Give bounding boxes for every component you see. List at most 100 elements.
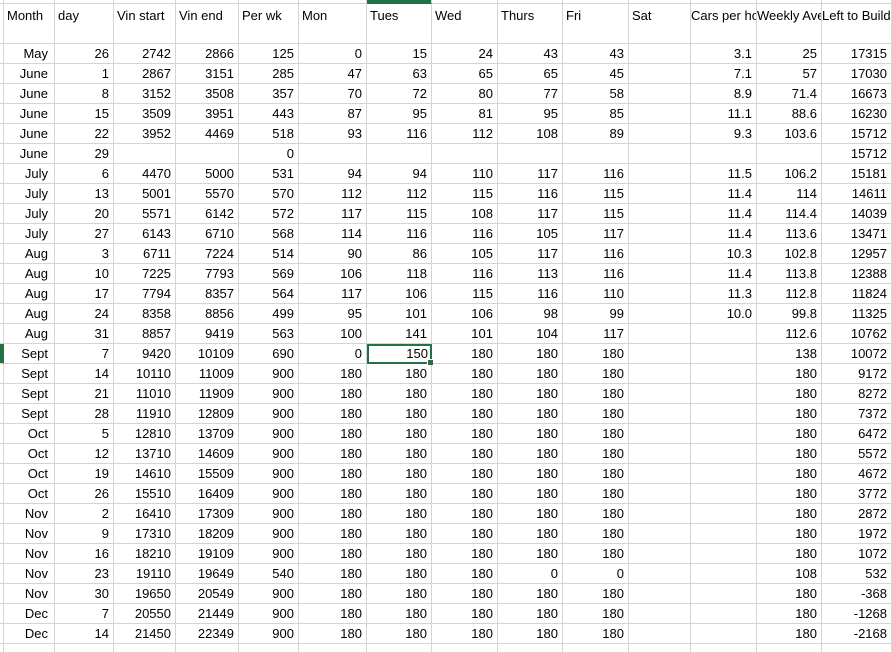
cell-fri[interactable]: 117 [563,324,629,344]
cell-tues[interactable]: 180 [367,484,432,504]
cell-month[interactable]: Sept [4,404,55,424]
cell-fri[interactable]: 180 [563,444,629,464]
cell-thurs[interactable]: 180 [498,544,563,564]
cell-vin-start[interactable]: 21450 [114,624,176,644]
cell-per-wk[interactable]: 900 [239,584,299,604]
cell-cars-per-hour[interactable] [691,624,757,644]
cell-fri[interactable]: 180 [563,504,629,524]
cell-day[interactable]: 12 [55,444,114,464]
cell-left-to-build[interactable]: 7372 [822,404,892,424]
cell-fri[interactable]: 110 [563,284,629,304]
cell-tues[interactable]: 116 [367,224,432,244]
cell-mon[interactable]: 180 [299,544,367,564]
cell-sat[interactable] [629,564,691,584]
cell-mon[interactable]: 180 [299,424,367,444]
cell-weekly-average[interactable]: 106.2 [757,164,822,184]
cell-left-to-build[interactable]: 15181 [822,164,892,184]
cell-thurs[interactable]: 113 [498,264,563,284]
cell-day[interactable]: 17 [55,284,114,304]
cell-vin-start[interactable]: 11010 [114,384,176,404]
cell-mon[interactable]: 180 [299,404,367,424]
cell-cars-per-hour[interactable] [691,424,757,444]
cell-vin-start[interactable]: 13710 [114,444,176,464]
cell-day[interactable]: 16 [55,544,114,564]
cell-fri[interactable]: 180 [563,344,629,364]
cell-month[interactable]: June [4,104,55,124]
cell-vin-end[interactable]: 8357 [176,284,239,304]
cell-fri[interactable]: 180 [563,364,629,384]
cell-vin-start[interactable]: 6711 [114,244,176,264]
cell-sat[interactable] [629,164,691,184]
cell-sat[interactable] [629,104,691,124]
cell-weekly-average[interactable]: 88.6 [757,104,822,124]
cell-weekly-average[interactable]: 103.6 [757,124,822,144]
cell-per-wk[interactable]: 569 [239,264,299,284]
cell-cars-per-hour[interactable]: 11.1 [691,104,757,124]
cell-sat[interactable] [629,144,691,164]
cell-day[interactable]: 1 [55,64,114,84]
cell-vin-start[interactable]: 9420 [114,344,176,364]
cell-thurs[interactable]: 180 [498,484,563,504]
cell-fri[interactable] [563,144,629,164]
cell-vin-end[interactable]: 6142 [176,204,239,224]
cell-sat[interactable] [629,184,691,204]
cell-tues[interactable]: 180 [367,364,432,384]
cell-day[interactable]: 22 [55,124,114,144]
cell-day[interactable]: 27 [55,224,114,244]
cell-fri[interactable]: 180 [563,424,629,444]
cell-wed[interactable]: 180 [432,544,498,564]
cell-day[interactable]: 9 [55,524,114,544]
cell-left-to-build[interactable]: 1972 [822,524,892,544]
cell-mon[interactable]: 180 [299,584,367,604]
cell-vin-end[interactable]: 8856 [176,304,239,324]
cell-sat[interactable] [629,584,691,604]
cell-vin-end[interactable]: 19109 [176,544,239,564]
cell-per-wk[interactable]: 518 [239,124,299,144]
cell-per-wk[interactable]: 568 [239,224,299,244]
cell-month[interactable]: June [4,84,55,104]
cell-cars-per-hour[interactable]: 11.5 [691,164,757,184]
cell-thurs[interactable]: 77 [498,84,563,104]
cell-wed[interactable]: 65 [432,64,498,84]
cell-cars-per-hour[interactable]: 10.0 [691,304,757,324]
cell-fri[interactable]: 45 [563,64,629,84]
cell-vin-end[interactable]: 7793 [176,264,239,284]
cell-vin-start[interactable]: 8857 [114,324,176,344]
cell-day[interactable]: 23 [55,564,114,584]
cell-weekly-average[interactable]: 180 [757,524,822,544]
cell-mon[interactable]: 0 [299,44,367,64]
cell-vin-end[interactable]: 2866 [176,44,239,64]
cell-mon[interactable]: 93 [299,124,367,144]
cell-month[interactable]: Oct [4,484,55,504]
cell-thurs[interactable]: 180 [498,524,563,544]
cell-mon[interactable]: 0 [299,344,367,364]
cell-sat[interactable] [629,524,691,544]
cell-tues[interactable]: 115 [367,204,432,224]
cell-sat[interactable] [629,284,691,304]
cell-thurs[interactable]: 116 [498,184,563,204]
cell-tues[interactable]: 180 [367,444,432,464]
cell-cars-per-hour[interactable]: 11.4 [691,184,757,204]
cell-day[interactable]: 2 [55,504,114,524]
cell-vin-start[interactable]: 3952 [114,124,176,144]
cell-month[interactable]: Sept [4,364,55,384]
cell-thurs[interactable]: 180 [498,444,563,464]
cell-left-to-build[interactable]: 12957 [822,244,892,264]
cell-weekly-average[interactable]: 114.4 [757,204,822,224]
cell-day[interactable]: 30 [55,584,114,604]
cell-day[interactable]: 3 [55,244,114,264]
cell-vin-end[interactable]: 9419 [176,324,239,344]
cell-tues[interactable]: 180 [367,464,432,484]
cell-mon[interactable]: 180 [299,564,367,584]
cell-vin-end[interactable]: 11909 [176,384,239,404]
cell-cars-per-hour[interactable]: 8.9 [691,84,757,104]
cell-vin-start[interactable]: 4470 [114,164,176,184]
cell-tues[interactable]: 63 [367,64,432,84]
cell-day[interactable]: 19 [55,464,114,484]
cell-mon[interactable]: 180 [299,604,367,624]
cell-cars-per-hour[interactable] [691,524,757,544]
cell-tues[interactable] [367,144,432,164]
cell-fri[interactable]: 117 [563,224,629,244]
cell-tues[interactable]: 94 [367,164,432,184]
cell-wed[interactable]: 101 [432,324,498,344]
